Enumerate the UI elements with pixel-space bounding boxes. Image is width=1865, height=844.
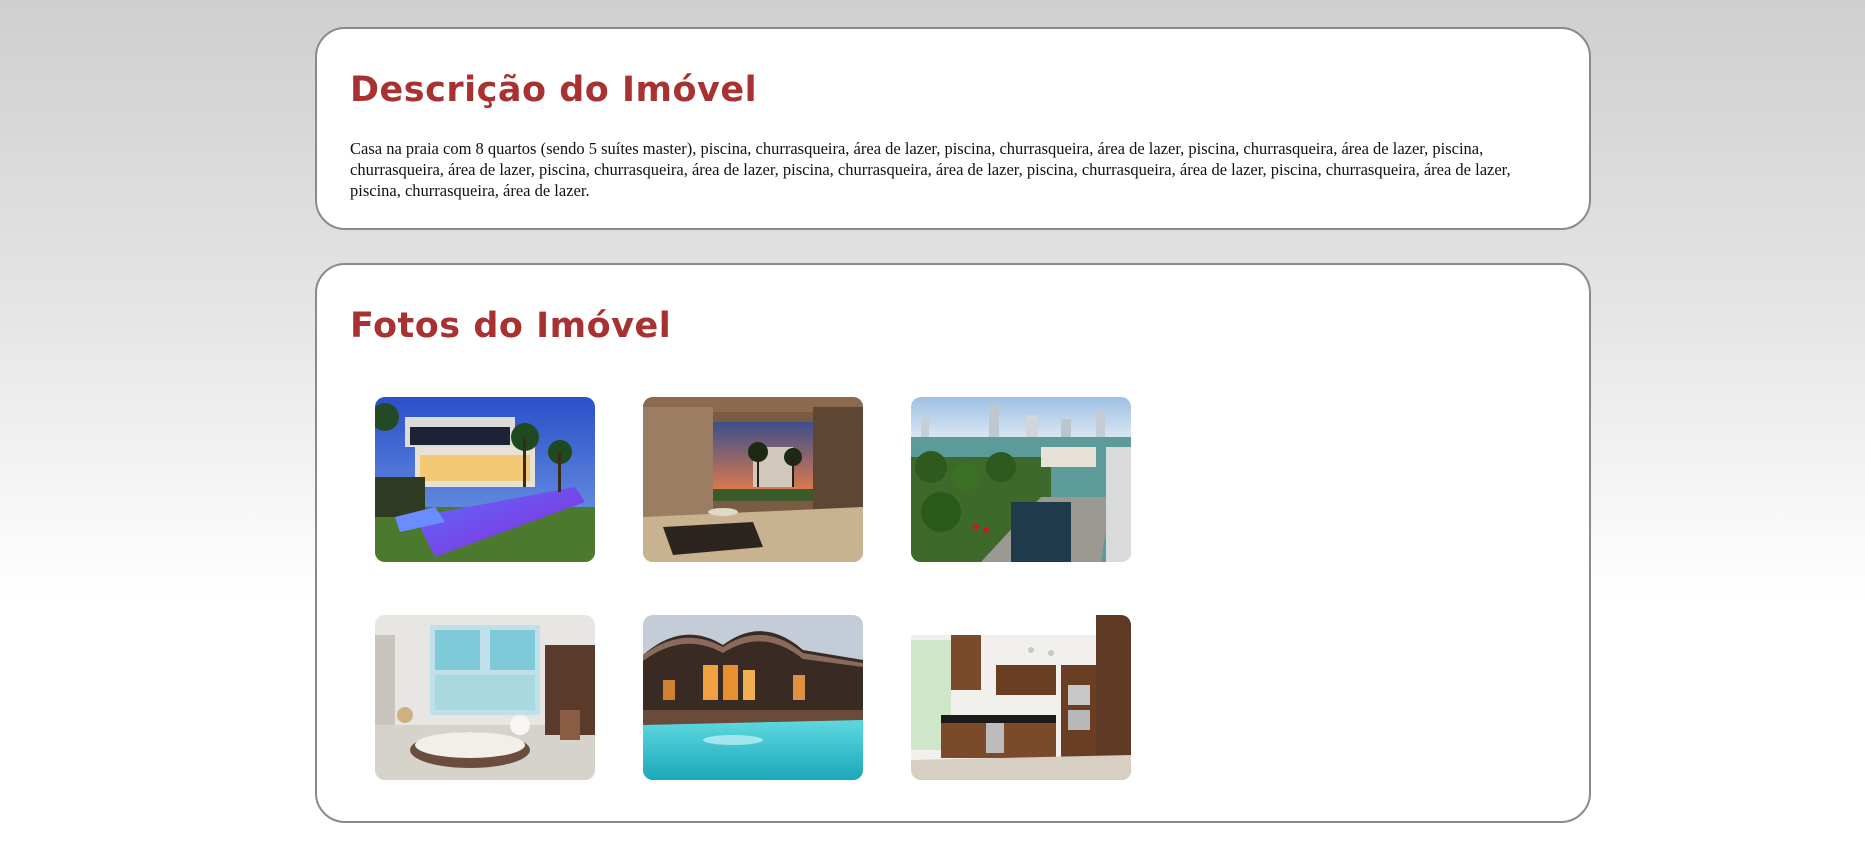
- photos-title: Fotos do Imóvel: [350, 306, 672, 346]
- property-photo-6[interactable]: [911, 615, 1131, 780]
- property-photo-4[interactable]: [375, 615, 595, 780]
- property-photo-1[interactable]: [375, 397, 595, 562]
- description-panel: Descrição do Imóvel Casa na praia com 8 …: [315, 27, 1591, 230]
- property-photo-5[interactable]: [643, 615, 863, 780]
- property-photo-2[interactable]: [643, 397, 863, 562]
- description-title: Descrição do Imóvel: [350, 70, 758, 110]
- photos-panel: Fotos do Imóvel: [315, 263, 1591, 823]
- description-text: Casa na praia com 8 quartos (sendo 5 suí…: [350, 139, 1511, 200]
- property-photo-3[interactable]: [911, 397, 1131, 562]
